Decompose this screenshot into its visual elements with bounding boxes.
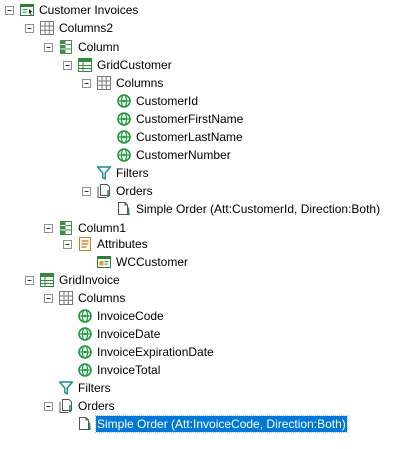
tree-node-label: Columns2	[59, 21, 114, 35]
collapse-toggle-icon[interactable]	[25, 23, 34, 33]
tree-node-gridinvoice[interactable]: GridInvoice	[25, 271, 121, 289]
attribute-icon	[115, 146, 133, 164]
attribute-icon	[76, 361, 94, 379]
tree-node-label: GridInvoice	[59, 273, 120, 287]
collapse-toggle-icon[interactable]	[44, 401, 53, 411]
simple-order-icon	[76, 415, 94, 433]
tree-node-column[interactable]: Column	[44, 38, 120, 56]
simple-order-icon	[115, 200, 133, 218]
tree-node-invoiceexpirationdate[interactable]: InvoiceExpirationDate	[63, 343, 215, 361]
collapse-toggle-icon[interactable]	[82, 186, 91, 196]
tree-node-label: InvoiceTotal	[97, 363, 161, 377]
webform-icon	[18, 1, 36, 19]
column-icon	[57, 38, 75, 56]
tree-node-label-selected: Simple Order (Att:InvoiceCode, Direction…	[95, 415, 348, 433]
attribute-icon	[76, 343, 94, 361]
tree-node-label: Columns	[116, 76, 164, 90]
table-layout-icon	[57, 289, 75, 307]
collapse-toggle-icon[interactable]	[44, 223, 53, 233]
tree-node-label: InvoiceCode	[97, 309, 164, 323]
tree-node-orders[interactable]: Orders	[44, 397, 116, 415]
web-component-icon	[95, 253, 113, 271]
tree-node-label: CustomerFirstName	[136, 112, 244, 126]
orders-icon	[95, 182, 113, 200]
tree-node-label: CustomerId	[136, 94, 199, 108]
tree-node-label: Filters	[78, 381, 111, 395]
tree-node-label: Customer Invoices	[39, 3, 139, 17]
collapse-toggle-icon[interactable]	[5, 5, 14, 15]
orders-icon	[57, 397, 75, 415]
table-layout-icon	[38, 19, 56, 37]
collapse-toggle-icon[interactable]	[44, 42, 53, 52]
tree-node-label: Simple Order (Att:CustomerId, Direction:…	[136, 202, 381, 216]
tree-node-simple-order-customerid[interactable]: Simple Order (Att:CustomerId, Direction:…	[102, 200, 381, 218]
tree-node-label: Orders	[116, 184, 153, 198]
tree-node-customernumber[interactable]: CustomerNumber	[102, 146, 232, 164]
tree-node-wccustomer[interactable]: WCCustomer	[82, 253, 189, 271]
form-structure-tree[interactable]: Customer Invoices Columns2 Column GridCu…	[0, 0, 414, 449]
tree-node-attributes[interactable]: Attributes	[63, 235, 149, 253]
attribute-icon	[76, 307, 94, 325]
tree-node-columns[interactable]: Columns	[44, 289, 126, 307]
grid-icon	[38, 271, 56, 289]
tree-node-invoicecode[interactable]: InvoiceCode	[63, 307, 165, 325]
attribute-icon	[115, 92, 133, 110]
tree-node-customerlastname[interactable]: CustomerLastName	[102, 128, 244, 146]
collapse-toggle-icon[interactable]	[82, 78, 91, 88]
filter-icon	[57, 379, 75, 397]
tree-node-customerfirstname[interactable]: CustomerFirstName	[102, 110, 244, 128]
tree-node-gridcustomer[interactable]: GridCustomer	[63, 56, 173, 74]
tree-node-label: InvoiceDate	[97, 327, 161, 341]
tree-node-label: Attributes	[97, 237, 148, 251]
attribute-icon	[76, 325, 94, 343]
filter-icon	[95, 164, 113, 182]
tree-node-invoicedate[interactable]: InvoiceDate	[63, 325, 161, 343]
tree-node-invoicetotal[interactable]: InvoiceTotal	[63, 361, 161, 379]
tree-node-orders[interactable]: Orders	[82, 182, 154, 200]
attributes-list-icon	[76, 235, 94, 253]
collapse-toggle-icon[interactable]	[25, 275, 34, 285]
tree-node-label: InvoiceExpirationDate	[97, 345, 214, 359]
tree-node-label: CustomerNumber	[136, 148, 231, 162]
tree-node-filters[interactable]: Filters	[44, 379, 112, 397]
collapse-toggle-icon[interactable]	[63, 239, 72, 249]
tree-node-columns[interactable]: Columns	[82, 74, 164, 92]
tree-node-label: Column	[78, 40, 120, 54]
table-layout-icon	[95, 74, 113, 92]
tree-node-customerid[interactable]: CustomerId	[102, 92, 199, 110]
tree-node-label: WCCustomer	[116, 255, 189, 269]
tree-node-simple-order-invoicecode[interactable]: Simple Order (Att:InvoiceCode, Direction…	[63, 415, 348, 433]
tree-node-filters[interactable]: Filters	[82, 164, 150, 182]
tree-node-label: Filters	[116, 166, 149, 180]
tree-node-label: Column1	[78, 221, 127, 235]
tree-node-label: GridCustomer	[97, 58, 172, 72]
tree-node-label: Columns	[78, 291, 126, 305]
attribute-icon	[115, 128, 133, 146]
tree-node-customer-invoices[interactable]: Customer Invoices	[5, 1, 139, 19]
collapse-toggle-icon[interactable]	[63, 60, 72, 70]
tree-node-label: Orders	[78, 399, 115, 413]
grid-icon	[76, 56, 94, 74]
collapse-toggle-icon[interactable]	[44, 293, 53, 303]
tree-node-label: CustomerLastName	[136, 130, 243, 144]
tree-node-columns2[interactable]: Columns2	[25, 19, 114, 37]
attribute-icon	[115, 110, 133, 128]
